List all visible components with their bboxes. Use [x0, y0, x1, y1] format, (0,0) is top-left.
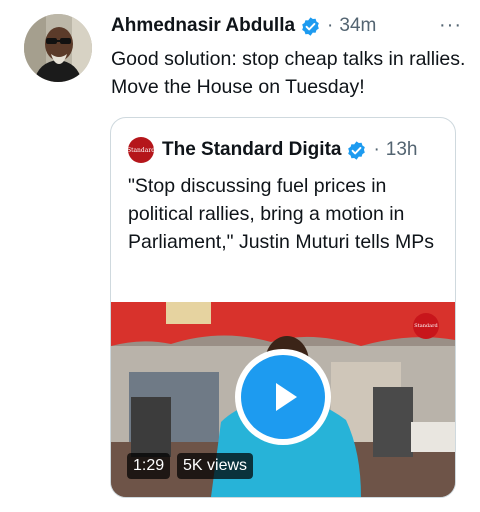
watermark-text: Standard: [414, 323, 438, 329]
avatar[interactable]: [24, 14, 92, 82]
quoted-author-name[interactable]: The Standard Digita: [162, 139, 341, 161]
video-player[interactable]: Standard 1:29 5K views: [111, 302, 455, 497]
video-watermark-logo: Standard: [413, 313, 439, 339]
separator: ·: [373, 139, 380, 160]
standard-logo-icon[interactable]: Standard: [126, 137, 156, 163]
tweet-text: Good solution: stop cheap talks in ralli…: [111, 48, 466, 98]
avatar-photo: [24, 14, 92, 82]
more-options-icon[interactable]: ···: [439, 14, 462, 37]
tweet-time[interactable]: 34m: [339, 15, 376, 37]
verified-badge-icon: [300, 16, 321, 37]
quoted-tweet-header: Standard The Standard Digita · 13h: [126, 136, 443, 164]
verified-badge-icon: [346, 140, 367, 161]
play-icon: [241, 355, 325, 439]
play-button[interactable]: [235, 349, 331, 445]
quoted-tweet[interactable]: Standard The Standard Digita · 13h "Stop…: [110, 117, 456, 498]
logo-text: Standard: [126, 146, 156, 154]
quoted-text: "Stop discussing fuel prices in politica…: [128, 175, 435, 253]
author-name[interactable]: Ahmednasir Abdulla: [111, 15, 295, 37]
video-duration: 1:29: [127, 453, 171, 479]
tweet-header: Ahmednasir Abdulla · 34m ···: [111, 13, 462, 39]
quoted-time[interactable]: 13h: [386, 139, 418, 161]
separator: ·: [327, 15, 334, 36]
video-views: 5K views: [177, 453, 254, 479]
